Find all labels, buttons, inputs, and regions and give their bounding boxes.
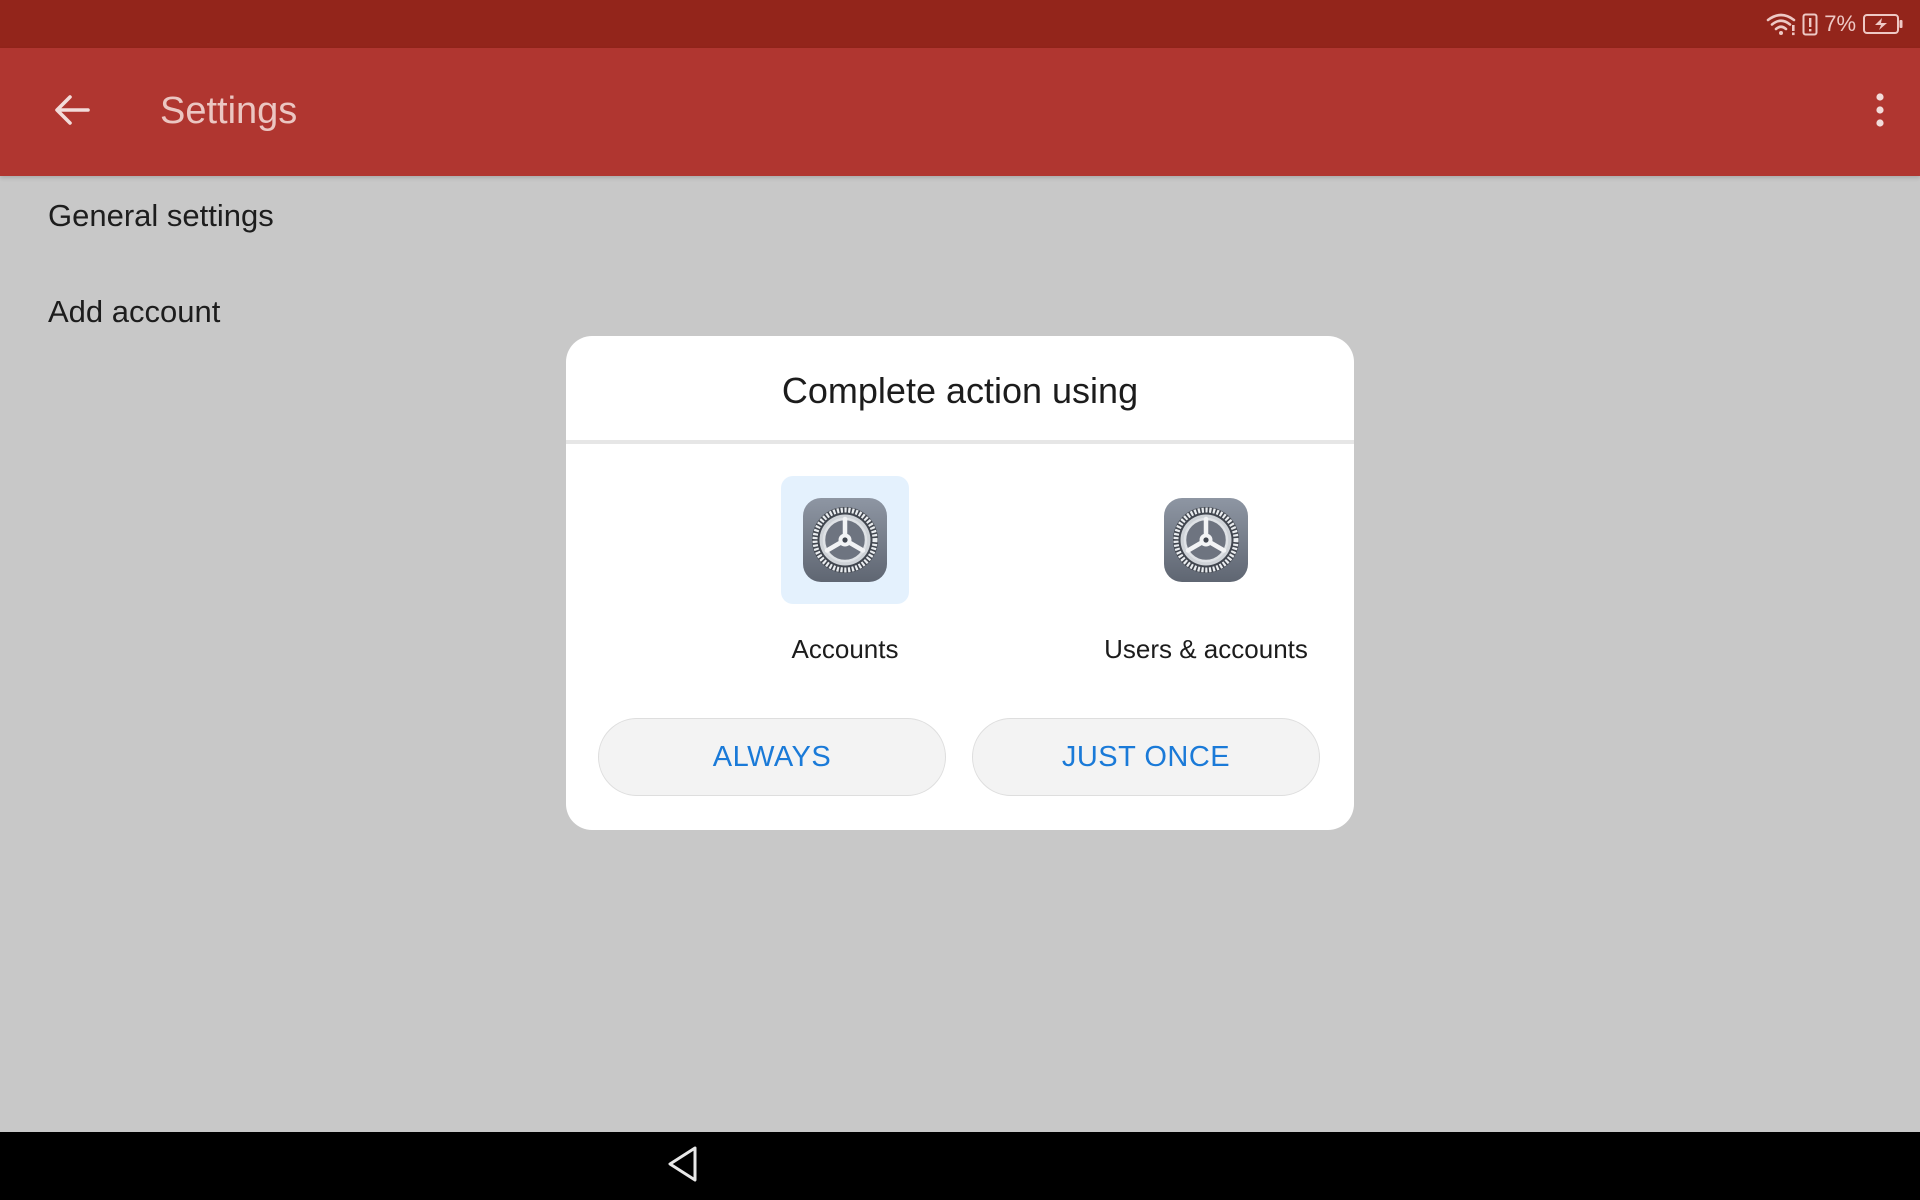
just-once-button[interactable]: JUST ONCE: [972, 718, 1320, 796]
dialog-divider: [566, 440, 1354, 444]
app-option-accounts[interactable]: Accounts: [695, 476, 995, 666]
app-option-label: Accounts: [791, 634, 899, 664]
wifi-icon: [1766, 12, 1796, 36]
back-button[interactable]: [44, 88, 100, 136]
page-title: Settings: [160, 90, 298, 132]
settings-list: General settings Add account: [0, 176, 1920, 360]
navigation-bar: [0, 1132, 1920, 1200]
chooser-dialog: Complete action using Accounts Users & a…: [566, 336, 1354, 830]
battery-alert-icon: [1802, 12, 1818, 36]
settings-gear-icon: [1142, 476, 1270, 604]
settings-item-label: Add account: [48, 294, 221, 329]
nav-back-button[interactable]: [662, 1145, 704, 1187]
app-option-label: Users & accounts: [1104, 634, 1308, 664]
settings-gear-icon: [781, 476, 909, 604]
nav-back-triangle-icon: [666, 1145, 700, 1188]
app-option-users-accounts[interactable]: Users & accounts: [1056, 476, 1356, 666]
battery-percent: 7%: [1824, 11, 1856, 36]
battery-charging-icon: [1862, 12, 1904, 36]
status-icons: 7%: [1766, 10, 1904, 38]
more-options-button[interactable]: [1860, 88, 1900, 136]
settings-item-label: General settings: [48, 198, 274, 233]
status-bar: 7%: [0, 0, 1920, 48]
always-button[interactable]: ALWAYS: [598, 718, 946, 796]
arrow-back-icon: [52, 92, 92, 133]
more-vertical-icon: [1874, 92, 1886, 133]
app-bar: Settings: [0, 48, 1920, 176]
settings-item-general[interactable]: General settings: [0, 168, 1920, 264]
dialog-title: Complete action using: [781, 370, 1139, 411]
